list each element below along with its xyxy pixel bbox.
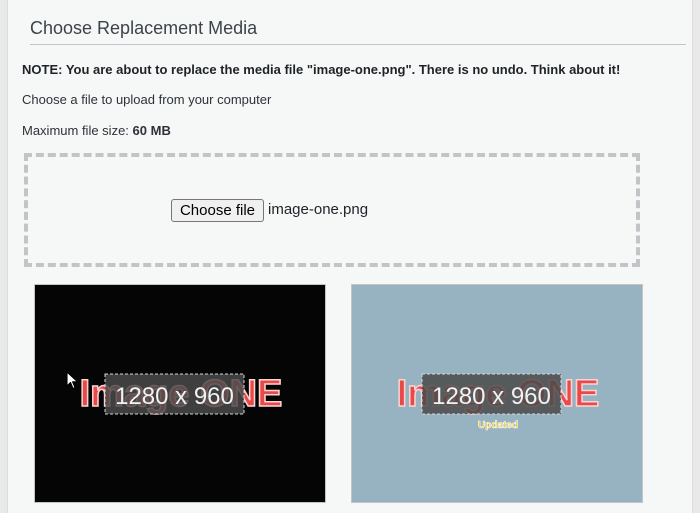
max-file-size: Maximum file size: 60 MB <box>22 123 171 138</box>
section-title: Choose Replacement Media <box>30 18 258 38</box>
max-file-size-value: 60 MB <box>132 123 171 138</box>
title-divider <box>30 44 686 45</box>
choose-file-button[interactable]: Choose file <box>171 199 264 222</box>
current-dimension-label: 1280 x 960 <box>115 383 234 410</box>
max-file-size-label: Maximum file size: <box>22 123 129 138</box>
selected-file-name: image-one.png <box>268 201 369 218</box>
replacement-image-graphic: Image ONE 1280 x 960 Updated <box>396 372 600 431</box>
replacement-image-preview: Image ONE 1280 x 960 Updated <box>351 284 643 503</box>
current-image-preview: Image ONE 1280 x 960 <box>34 284 326 503</box>
replace-warning-note: NOTE: You are about to replace the media… <box>22 62 621 77</box>
mouse-cursor-icon <box>66 371 79 390</box>
upload-instruction: Choose a file to upload from your comput… <box>22 92 272 107</box>
replacement-dimension-label: 1280 x 960 <box>432 383 551 410</box>
updated-badge: Updated <box>478 420 518 431</box>
current-image-graphic: Image ONE 1280 x 960 <box>79 372 283 416</box>
